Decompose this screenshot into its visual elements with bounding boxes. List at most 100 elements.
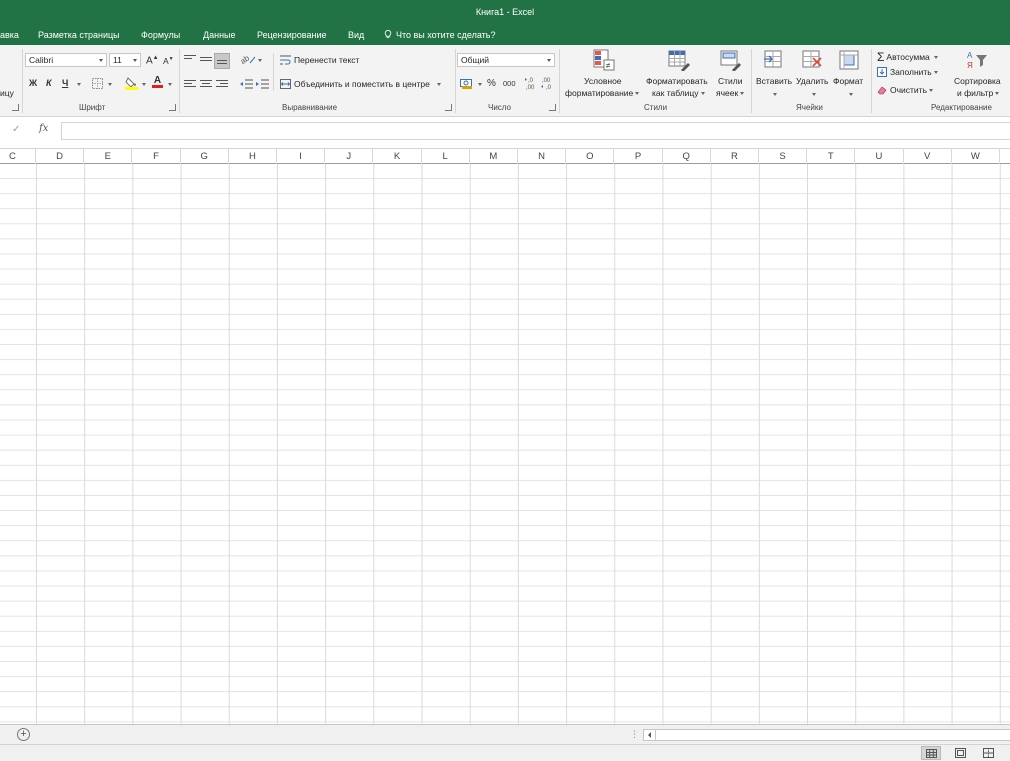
format-as-table-button[interactable]: как таблицу [652,88,705,98]
tab-insert[interactable]: авка [0,30,19,40]
font-launcher-icon[interactable] [169,104,176,111]
decrease-indent-icon[interactable] [240,79,253,89]
autosum-button[interactable]: Σ Автосумма [877,50,938,64]
tab-data[interactable]: Данные [203,30,236,40]
accounting-format-icon[interactable] [460,77,473,90]
scroll-left-icon[interactable] [644,730,656,740]
fill-color-icon[interactable] [125,76,138,90]
borders-icon[interactable] [92,78,103,89]
insert-cells-label[interactable]: Вставить [756,76,792,86]
font-name-combo[interactable]: Calibri [25,53,107,67]
horizontal-scrollbar[interactable] [643,729,1010,741]
delete-cells-label[interactable]: Удалить [796,76,828,86]
enter-check-icon[interactable]: ✓ [12,124,20,135]
format-as-table-icon[interactable] [668,49,690,71]
column-header[interactable]: N [518,149,567,164]
bold-button[interactable]: Ж [29,78,37,88]
column-header[interactable]: C [0,149,36,164]
align-left-icon[interactable] [184,80,196,90]
column-header[interactable]: S [759,149,808,164]
align-middle-icon[interactable] [200,57,212,67]
column-header[interactable]: F [132,149,181,164]
paste-format-partial[interactable]: ицу [0,88,14,98]
column-header[interactable]: O [566,149,615,164]
column-header[interactable]: H [229,149,277,164]
thousands-separator-button[interactable]: 000 [503,79,516,88]
column-header[interactable]: U [855,149,904,164]
chevron-down-icon[interactable] [812,93,816,96]
format-as-table-label-1[interactable]: Форматировать [646,76,708,86]
increase-indent-icon[interactable] [256,79,269,89]
cell-styles-icon[interactable] [720,49,742,71]
tell-me-box[interactable]: Что вы хотите сделать? [384,30,496,40]
column-header[interactable]: D [36,149,85,164]
column-header[interactable]: J [325,149,374,164]
column-header[interactable]: M [470,149,518,164]
tab-formulas[interactable]: Формулы [141,30,180,40]
normal-view-button[interactable] [921,746,941,760]
font-size-combo[interactable]: 11 [109,53,141,67]
fill-button[interactable]: Заполнить [877,67,938,77]
tab-review[interactable]: Рецензирование [257,30,327,40]
align-center-icon[interactable] [200,80,212,90]
column-header[interactable]: W [952,149,1000,164]
increase-decimal-icon[interactable]: ,0,00 [525,76,539,90]
delete-cells-icon[interactable] [801,49,823,71]
underline-button[interactable]: Ч [62,78,68,88]
column-header[interactable]: V [904,149,952,164]
column-header[interactable]: K [373,149,422,164]
column-header[interactable]: Q [663,149,711,164]
column-header[interactable]: L [422,149,470,164]
shrink-font-button[interactable]: A▼ [163,56,174,66]
splitter-handle[interactable]: ⋮ [630,729,639,740]
align-bottom-icon[interactable] [214,53,230,69]
chevron-down-icon[interactable] [108,83,112,86]
page-break-view-button[interactable] [979,746,999,760]
number-launcher-icon[interactable] [549,104,556,111]
cell-styles-button[interactable]: ячеек [716,88,745,98]
format-cells-label[interactable]: Формат [833,76,863,86]
sort-filter-icon[interactable]: AЯ [966,49,988,71]
column-header[interactable]: G [181,149,229,164]
conditional-formatting-button[interactable]: форматирование [565,88,640,98]
align-top-icon[interactable] [184,55,196,65]
decrease-decimal-icon[interactable]: ,00,0 [541,76,555,90]
insert-cells-icon[interactable] [762,49,784,71]
column-header[interactable]: P [614,149,663,164]
percent-style-button[interactable]: % [487,78,496,89]
alignment-launcher-icon[interactable] [445,104,452,111]
add-sheet-button[interactable]: + [17,728,30,741]
page-layout-view-button[interactable] [951,746,971,760]
chevron-down-icon[interactable] [77,83,81,86]
merge-center-button[interactable]: Объединить и поместить в центре [280,79,441,89]
orientation-icon[interactable]: ab [240,53,256,65]
formula-input[interactable] [61,122,1010,140]
align-right-icon[interactable] [216,80,228,90]
column-header[interactable]: R [711,149,759,164]
column-header[interactable]: I [277,149,326,164]
italic-button[interactable]: К [46,78,52,88]
tab-page-layout[interactable]: Разметка страницы [38,30,120,40]
sort-filter-button[interactable]: и фильтр [957,88,1000,98]
sort-filter-label-1[interactable]: Сортировка [954,76,1001,86]
column-header[interactable]: T [807,149,856,164]
conditional-formatting-label-1[interactable]: Условное [584,76,622,86]
tab-view[interactable]: Вид [348,30,364,40]
format-cells-icon[interactable] [838,49,860,71]
chevron-down-icon[interactable] [773,93,777,96]
wrap-text-button[interactable]: Перенести текст [280,55,359,65]
chevron-down-icon[interactable] [142,83,146,86]
clear-button[interactable]: Очистить [877,85,934,95]
insert-function-icon[interactable]: fx [39,123,48,134]
chevron-down-icon[interactable] [258,59,262,62]
chevron-down-icon[interactable] [478,83,482,86]
column-header[interactable]: E [84,149,133,164]
font-color-button[interactable]: A [152,75,163,88]
number-format-combo[interactable]: Общий [457,53,555,67]
conditional-formatting-icon[interactable]: ≠ [593,49,615,71]
cell-area[interactable] [0,164,1010,724]
grow-font-button[interactable]: A▲ [146,55,159,66]
cell-styles-label-1[interactable]: Стили [718,76,743,86]
clipboard-launcher-icon[interactable] [12,104,19,111]
chevron-down-icon[interactable] [168,83,172,86]
